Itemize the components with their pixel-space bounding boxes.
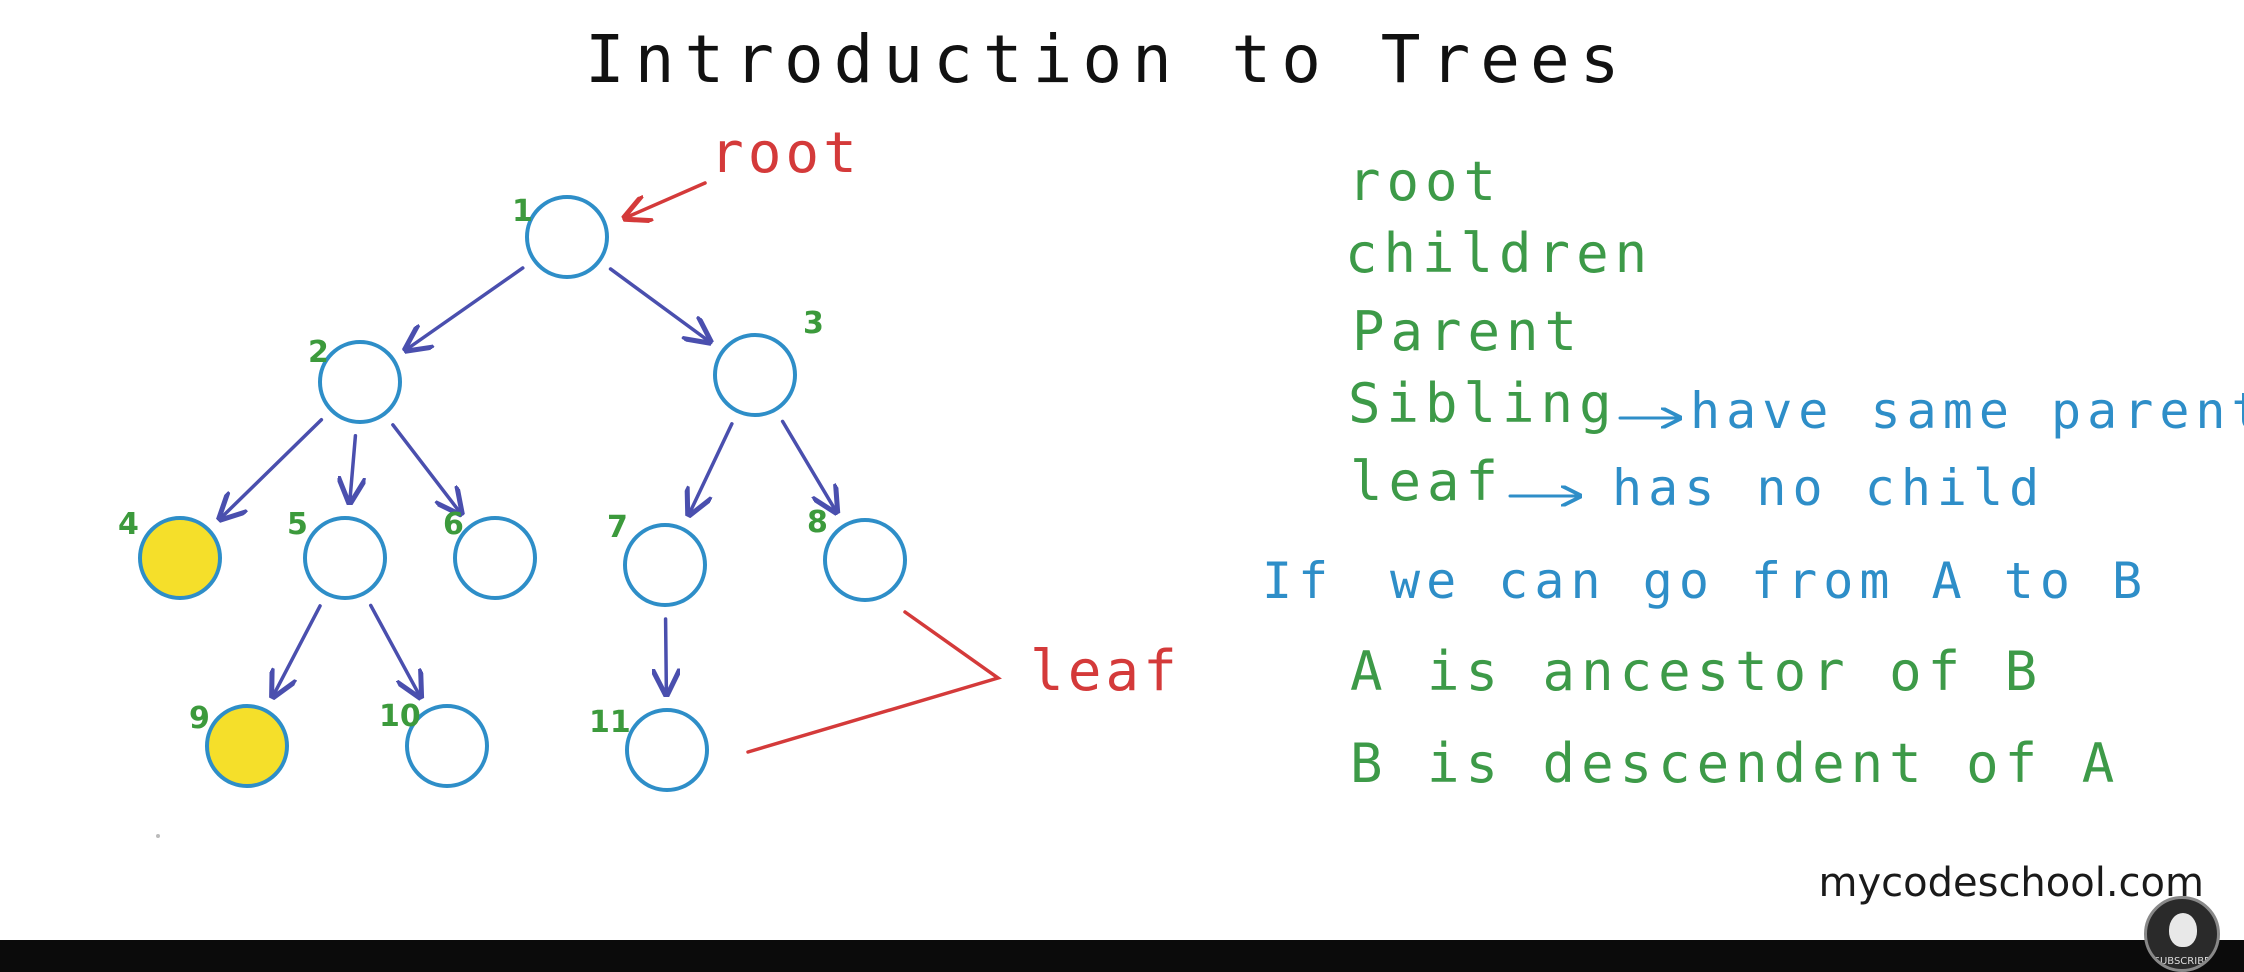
- node-label-9: 9: [189, 701, 210, 736]
- subscribe-button[interactable]: SUBSCRIBE: [2144, 896, 2220, 972]
- node-label-6: 6: [443, 507, 464, 542]
- term-leaf: leaf: [1350, 450, 1504, 513]
- edge-2-5: [350, 434, 356, 502]
- leaf-annotation: leaf: [1030, 639, 1181, 704]
- speck: [156, 834, 160, 838]
- tree-node-1: [525, 195, 609, 279]
- root-pointer-arrow: [625, 181, 707, 218]
- condition-text: we can go from A to B: [1390, 552, 2148, 610]
- term-parent: Parent: [1352, 300, 1583, 363]
- node-label-11: 11: [589, 705, 631, 740]
- tree-nodes: 1 2 3 4 5 6 7 8 9 10 11: [118, 194, 907, 792]
- edge-3-8: [780, 419, 837, 511]
- node-label-4: 4: [118, 507, 139, 542]
- video-bottom-bar: [0, 940, 2244, 972]
- edge-2-6: [391, 423, 461, 514]
- site-watermark: mycodeschool.com: [1818, 860, 2205, 906]
- tree-node-2: [318, 340, 402, 424]
- edge-1-2: [406, 266, 525, 350]
- node-label-2: 2: [308, 335, 329, 370]
- leaf-pointer-lines: [746, 610, 1002, 754]
- descendant-statement: B is descendent of A: [1350, 732, 2120, 795]
- node-label-10: 10: [379, 699, 421, 734]
- tree-node-3: [713, 333, 797, 417]
- tree-node-11: [625, 708, 709, 792]
- root-annotation: root: [710, 121, 861, 186]
- node-label-5: 5: [287, 507, 308, 542]
- edge-5-9: [273, 604, 322, 696]
- node-label-7: 7: [607, 510, 628, 545]
- ancestor-statement: A is ancestor of B: [1350, 640, 2043, 703]
- node-label-1: 1: [512, 194, 533, 229]
- node-label-3: 3: [803, 306, 824, 341]
- node-label-8: 8: [807, 505, 828, 540]
- term-children: children: [1345, 222, 1653, 285]
- tree-node-6: [453, 516, 537, 600]
- edge-3-7: [689, 422, 734, 515]
- tree-diagram: Introduction to Trees 1 2 3 4 5 6 7 8 9 10 11 root…: [118, 21, 2244, 838]
- edge-2-4: [220, 418, 324, 519]
- flame-icon: [2169, 913, 2197, 947]
- term-sibling: Sibling: [1348, 372, 1618, 435]
- tree-node-8: [823, 518, 907, 602]
- leaf-definition: has no child: [1612, 459, 2045, 517]
- tree-node-9: [205, 704, 289, 788]
- tree-node-7: [623, 523, 707, 607]
- whiteboard: Introduction to Trees 1 2 3 4 5 6 7 8 9 10 11 root…: [0, 0, 2244, 940]
- edge-5-10: [369, 603, 421, 696]
- page-title: Introduction to Trees: [585, 21, 1629, 98]
- term-root: root: [1348, 150, 1502, 213]
- sibling-definition: have same parent: [1690, 382, 2244, 440]
- tree-node-5: [303, 516, 387, 600]
- tree-edges: [220, 266, 837, 697]
- condition-if: If: [1262, 552, 1334, 610]
- edge-1-3: [608, 267, 710, 342]
- subscribe-label: SUBSCRIBE: [2153, 956, 2211, 967]
- tree-node-4: [138, 516, 222, 600]
- edge-7-11: [666, 617, 667, 694]
